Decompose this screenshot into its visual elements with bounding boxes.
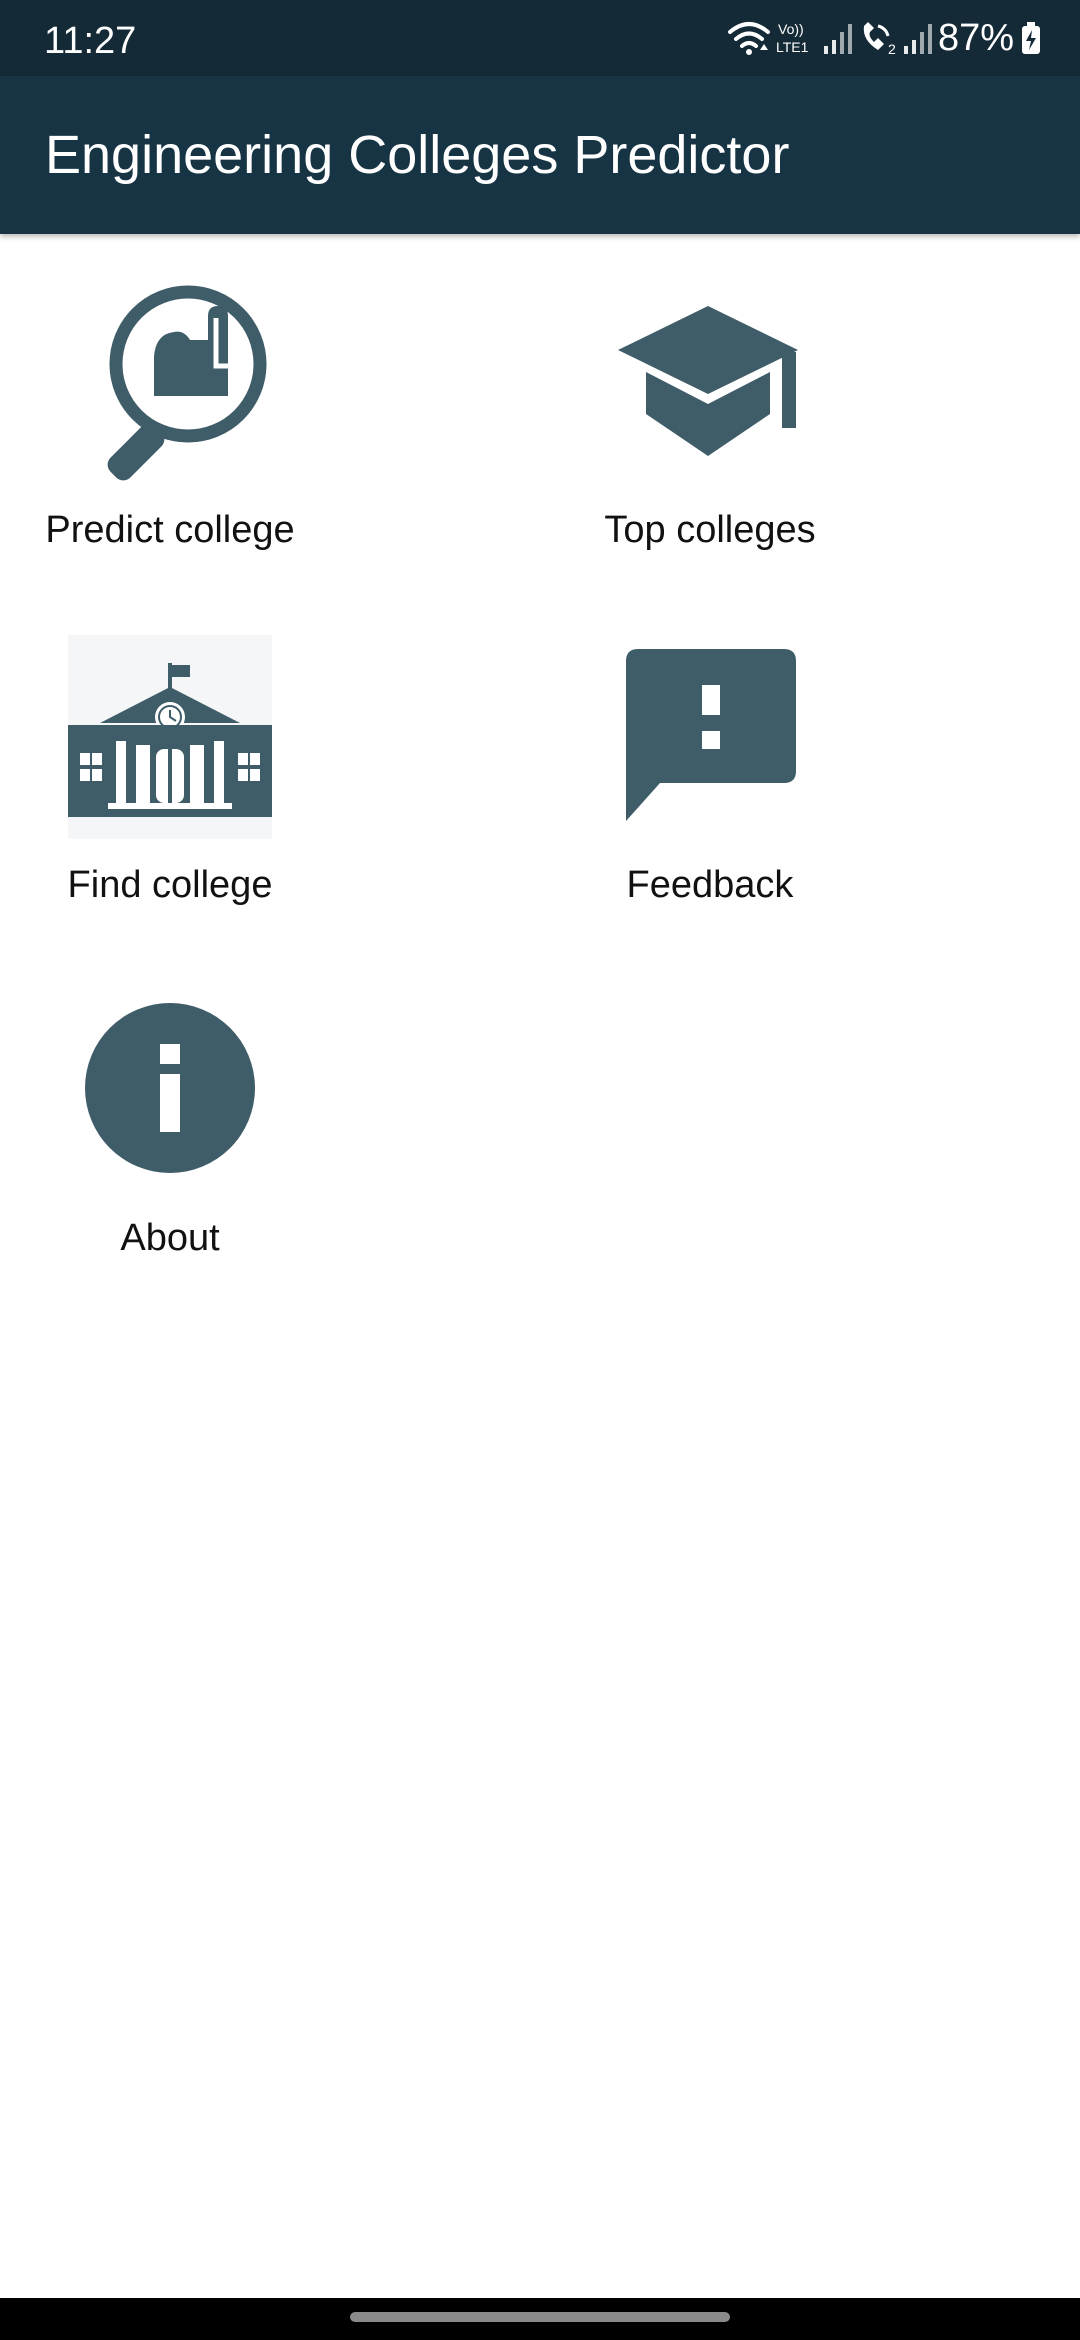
menu-item-top-colleges[interactable]: Top colleges <box>540 270 880 580</box>
app-bar: Engineering Colleges Predictor <box>0 76 1080 234</box>
search-hand-icon <box>107 285 267 481</box>
navigation-bar <box>0 2298 1080 2340</box>
info-icon <box>85 1003 255 1173</box>
app-title: Engineering Colleges Predictor <box>45 125 790 185</box>
call-sim2-icon: 2 <box>863 22 896 56</box>
menu-item-label: About <box>120 1217 220 1259</box>
home-indicator[interactable] <box>350 2312 730 2322</box>
feedback-icon <box>626 649 796 821</box>
sim-number: 2 <box>888 41 896 56</box>
status-bar: 11:27 Vo)) LTE1 2 87% <box>0 0 1080 76</box>
menu-item-predict-college[interactable]: Predict college <box>0 270 340 580</box>
wifi-icon <box>727 22 770 55</box>
menu-item-label: Predict college <box>45 509 295 551</box>
volte-text-top: Vo)) <box>778 21 804 37</box>
battery-charging-icon <box>1022 22 1040 54</box>
graduation-cap-icon <box>618 306 798 456</box>
college-building-icon <box>68 635 272 839</box>
status-icons: Vo)) LTE1 2 87% <box>726 18 1042 58</box>
volte-text-bottom: LTE1 <box>776 39 809 55</box>
menu-item-feedback[interactable]: Feedback <box>540 625 880 935</box>
signal-1-icon <box>823 24 852 54</box>
menu-item-label: Top colleges <box>604 509 816 551</box>
menu-item-label: Feedback <box>626 864 794 906</box>
menu-item-about[interactable]: About <box>0 978 340 1288</box>
battery-percent: 87% <box>937 17 1014 59</box>
menu-item-label: Find college <box>67 864 273 906</box>
menu-item-find-college[interactable]: Find college <box>0 625 340 935</box>
volte-icon: Vo)) LTE1 <box>776 21 809 55</box>
status-time: 11:27 <box>44 20 137 62</box>
signal-2-icon <box>903 24 932 54</box>
